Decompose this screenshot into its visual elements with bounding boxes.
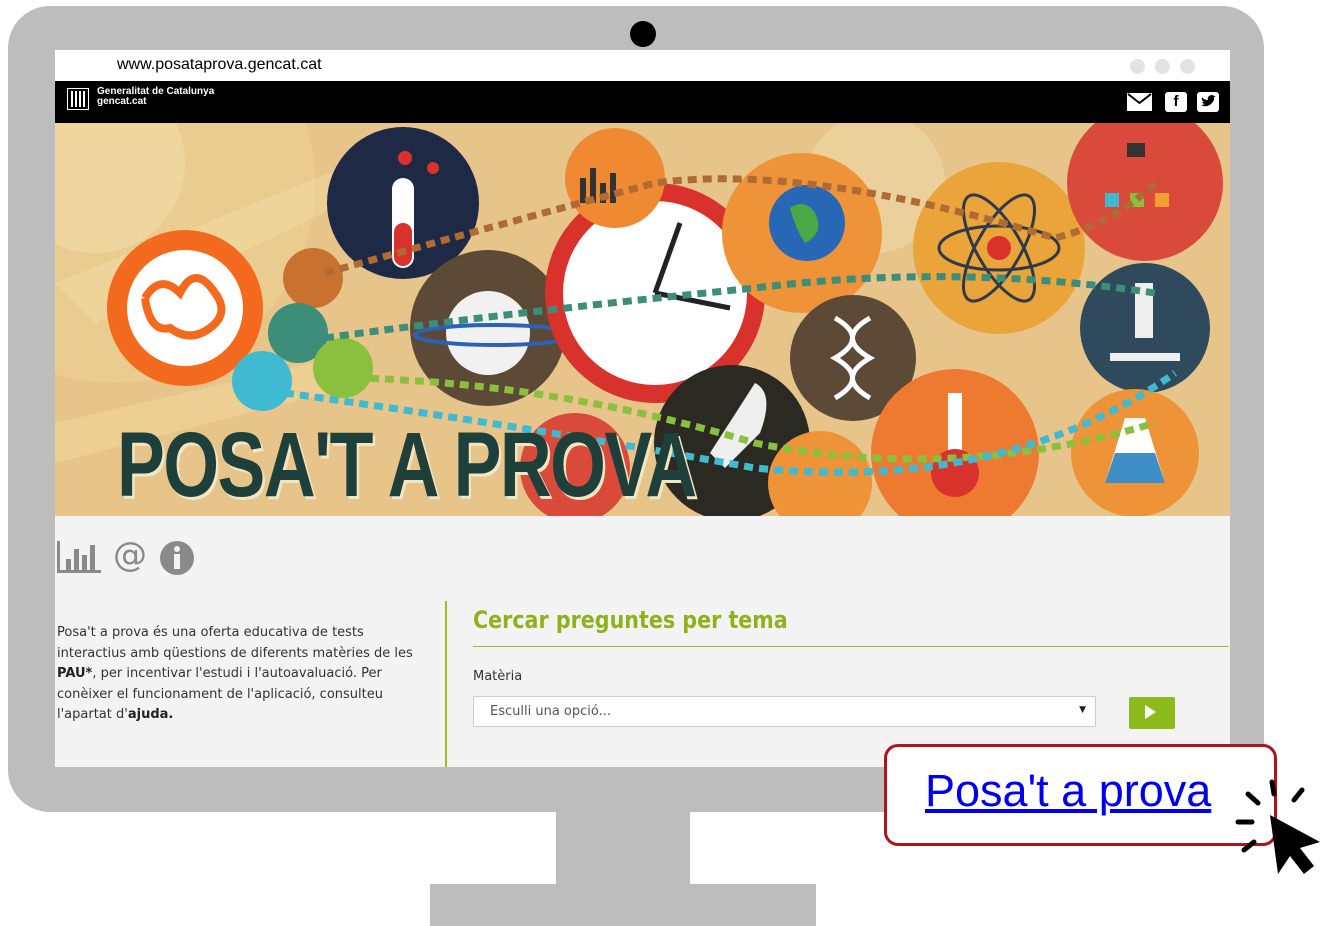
subject-label: Matèria [473, 669, 523, 684]
play-icon [1145, 705, 1156, 719]
posa-t-a-prova-link[interactable]: Posa't a prova [925, 765, 1211, 817]
column-divider [445, 601, 447, 767]
click-cursor-icon [1235, 779, 1320, 874]
gencat-logo-icon[interactable] [67, 88, 89, 110]
subject-select[interactable]: Esculli una opció... ▼ [473, 696, 1096, 727]
search-title-underline [473, 646, 1229, 647]
browser-url-bar[interactable]: www.posataprova.gencat.cat [55, 50, 1230, 81]
intro-pau: PAU* [57, 666, 93, 681]
subject-select-value: Esculli una opció... [490, 704, 612, 719]
twitter-icon[interactable] [1197, 92, 1219, 112]
url-text[interactable]: www.posataprova.gencat.cat [117, 56, 322, 74]
hero-banner: POSA'T A PROVA [55, 123, 1230, 516]
gencat-domain-line: gencat.cat [97, 96, 147, 107]
window-dot-1[interactable] [1130, 59, 1145, 74]
mail-icon[interactable] [1127, 93, 1152, 111]
intro-part-2: , per incentivar l'estudi i l'autoavalua… [57, 666, 383, 722]
gencat-header: Generalitat de Catalunya gencat.cat f [55, 81, 1230, 123]
monitor-stand [430, 884, 816, 926]
monitor-neck [556, 806, 690, 886]
intro-help-link[interactable]: ajuda. [128, 707, 174, 722]
chevron-down-icon: ▼ [1079, 705, 1086, 715]
gencat-name[interactable]: Generalitat de Catalunya gencat.cat [97, 87, 214, 107]
monitor-camera [630, 21, 656, 47]
window-dot-2[interactable] [1155, 59, 1170, 74]
main-content: @ Posa't a prova és una oferta educativa… [55, 516, 1230, 767]
screen: www.posataprova.gencat.cat Generalitat d… [55, 50, 1230, 767]
banner-title: POSA'T A PROVA [117, 414, 697, 516]
at-icon[interactable]: @ [113, 536, 147, 574]
facebook-icon[interactable]: f [1165, 92, 1187, 112]
info-icon[interactable] [159, 540, 195, 576]
stats-icon[interactable] [57, 541, 101, 573]
search-title: Cercar preguntes per tema [473, 606, 788, 634]
window-dot-3[interactable] [1180, 59, 1195, 74]
callout-box: Posa't a prova [884, 744, 1277, 846]
intro-part-1: Posa't a prova és una oferta educativa d… [57, 625, 413, 661]
search-go-button[interactable] [1129, 697, 1175, 729]
intro-text: Posa't a prova és una oferta educativa d… [57, 623, 417, 726]
